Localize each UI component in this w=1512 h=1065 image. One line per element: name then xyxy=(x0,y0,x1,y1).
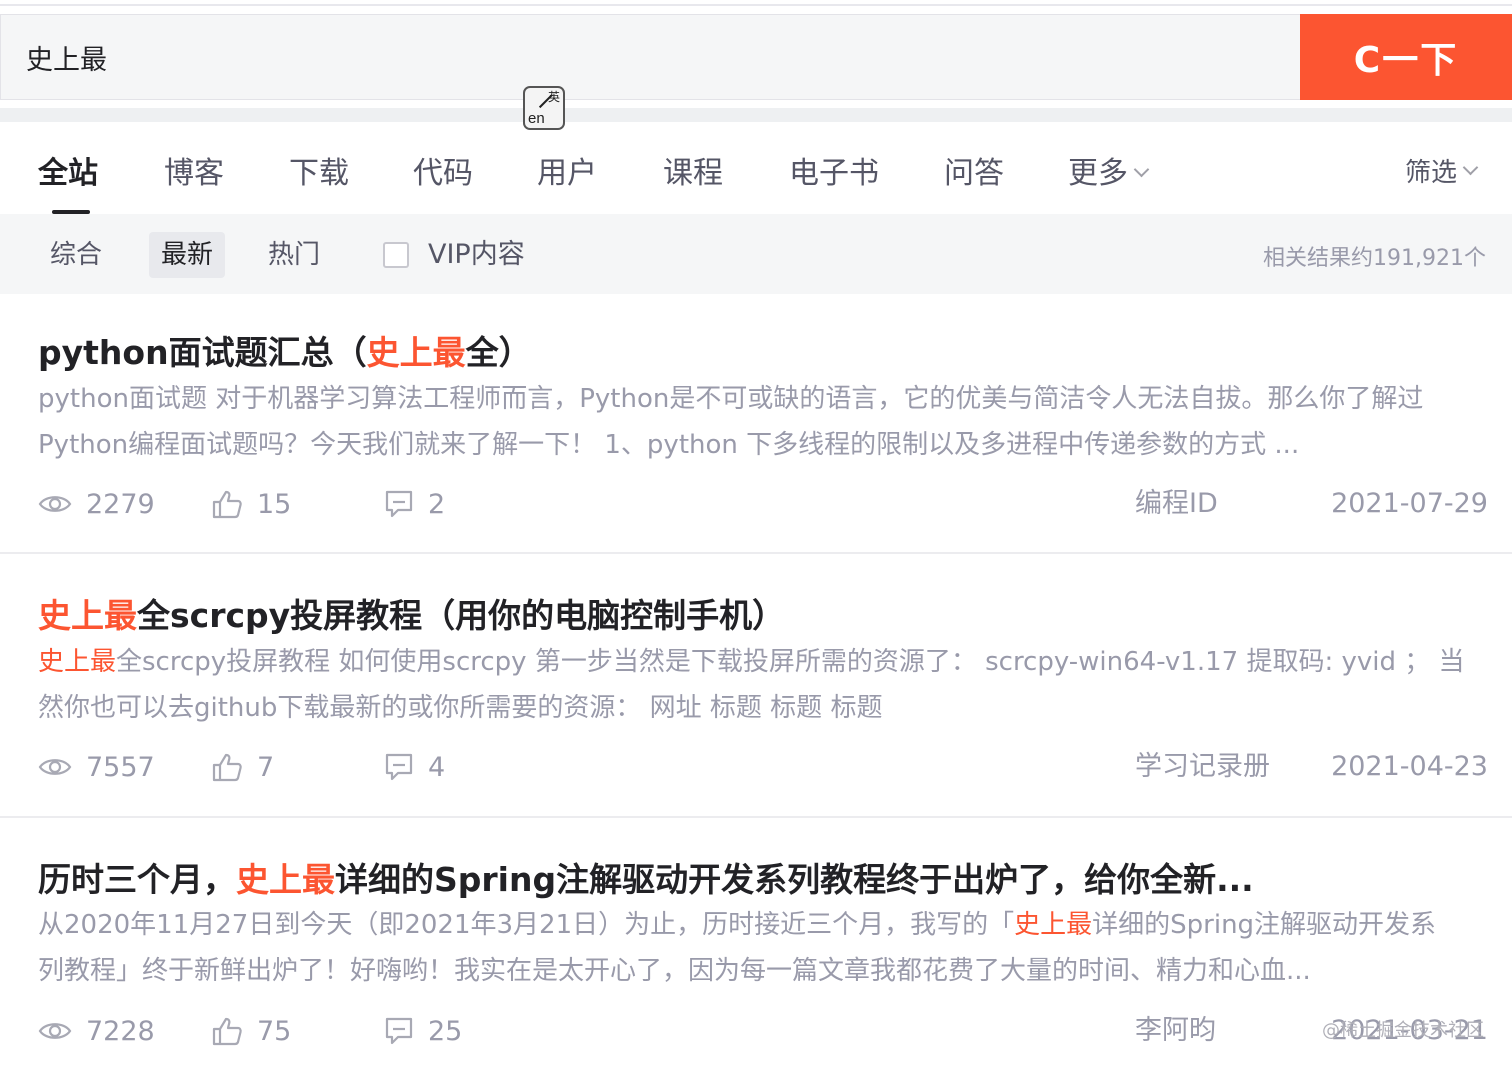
desc-line: 从2020年11月27日到今天（即2021年3月21日）为止，历时接近三个月，我… xyxy=(38,902,1478,948)
result-description: 从2020年11月27日到今天（即2021年3月21日）为止，历时接近三个月，我… xyxy=(38,902,1478,994)
likes-stat[interactable]: 7 xyxy=(211,747,274,787)
thumbs-up-icon xyxy=(212,1017,242,1046)
text-segment: 详细的Spring注解驱动开发系 xyxy=(1092,910,1437,940)
desc-line: Python编程面试题吗？今天我们就来了解一下！ 1、python 下多线程的限… xyxy=(38,422,1478,468)
result-meta: 7228 75 25 李阿昀 2021-03-21 xyxy=(38,1011,1488,1051)
desc-line: 列教程」终于新鲜出炉了！好嗨哟！我实在是太开心了，因为每一篇文章我都花费了大量的… xyxy=(38,948,1478,994)
thumbs-up-icon xyxy=(212,753,242,782)
desc-line: python面试题 对于机器学习算法工程师而言，Python是不可或缺的语言，它… xyxy=(38,376,1478,422)
desc-line: 然你也可以去github下载最新的或你所需要的资源： 网址 标题 标题 标题 xyxy=(38,685,1478,731)
author-name[interactable]: 李阿昀 xyxy=(1135,1011,1216,1051)
chevron-down-icon xyxy=(1133,161,1150,178)
keyword-highlight: 史上最 xyxy=(236,860,335,899)
views-count: 2279 xyxy=(86,488,155,520)
views-count: 7557 xyxy=(86,751,155,783)
tab-ebook[interactable]: 电子书 xyxy=(789,148,879,192)
comment-icon xyxy=(385,1017,413,1045)
views-stat: 7228 xyxy=(38,1011,155,1051)
filter-button[interactable]: 筛选 xyxy=(1405,152,1479,189)
tab-more[interactable]: 更多 xyxy=(1068,148,1150,192)
result-divider xyxy=(0,816,1512,818)
likes-count: 15 xyxy=(257,488,292,520)
sort-hot[interactable]: 热门 xyxy=(256,232,332,278)
desc-line: 史上最全scrcpy投屏教程 如何使用scrcpy 第一步当然是下载投屏所需的资… xyxy=(38,639,1478,685)
filter-label: 筛选 xyxy=(1405,158,1458,188)
sort-latest[interactable]: 最新 xyxy=(149,232,226,278)
tab-user[interactable]: 用户 xyxy=(537,148,597,192)
comments-count: 2 xyxy=(428,488,446,520)
search-input[interactable] xyxy=(1,15,1301,99)
text-segment: 详细的Spring注解驱动开发系列教程终于出炉了，给你全新... xyxy=(335,860,1254,899)
tab-more-label: 更多 xyxy=(1068,156,1128,191)
tab-qa[interactable]: 问答 xyxy=(944,148,1004,192)
text-segment: 然你也可以去github下载最新的或你所需要的资源： 网址 标题 标题 标题 xyxy=(38,693,883,723)
comments-count: 4 xyxy=(428,751,446,783)
text-segment: python面试题汇总（ xyxy=(38,333,367,372)
sort-bar: 综合 最新 热门 VIP内容 相关结果约191,921个 xyxy=(0,214,1512,294)
author-name[interactable]: 编程ID xyxy=(1135,484,1218,524)
top-divider xyxy=(0,4,1512,6)
separator-band xyxy=(0,108,1512,122)
result-title[interactable]: 史上最全scrcpy投屏教程（用你的电脑控制手机） xyxy=(38,589,785,637)
result-count: 相关结果约191,921个 xyxy=(1263,246,1486,271)
likes-stat[interactable]: 75 xyxy=(211,1011,291,1051)
text-segment: 全） xyxy=(465,333,532,372)
ime-en-label: en xyxy=(528,110,545,127)
tab-download[interactable]: 下载 xyxy=(289,148,349,192)
tab-course[interactable]: 课程 xyxy=(663,148,723,192)
keyword-highlight: 史上最 xyxy=(38,596,137,635)
result-title[interactable]: 历时三个月，史上最详细的Spring注解驱动开发系列教程终于出炉了，给你全新..… xyxy=(38,853,1254,901)
tab-all[interactable]: 全站 xyxy=(38,148,98,192)
eye-icon xyxy=(38,1023,72,1039)
search-button[interactable]: C一下 xyxy=(1300,14,1512,100)
text-segment: 全scrcpy投屏教程（用你的电脑控制手机） xyxy=(137,596,786,635)
publish-date: 2021-07-29 xyxy=(1331,488,1488,519)
keyword-highlight: 史上最 xyxy=(1014,910,1093,940)
eye-icon xyxy=(38,759,72,775)
comments-stat[interactable]: 2 xyxy=(384,484,445,524)
views-stat: 7557 xyxy=(38,747,155,787)
watermark: @稀土掘金技术社区 xyxy=(1322,1020,1484,1041)
likes-count: 7 xyxy=(257,751,275,783)
keyword-highlight: 史上最 xyxy=(38,647,117,677)
comments-stat[interactable]: 4 xyxy=(384,747,445,787)
likes-stat[interactable]: 15 xyxy=(211,484,291,524)
text-segment: 列教程」终于新鲜出炉了！好嗨哟！我实在是太开心了，因为每一篇文章我都花费了大量的… xyxy=(38,956,1311,986)
text-segment: 历时三个月， xyxy=(38,860,236,899)
vip-label: VIP内容 xyxy=(428,239,525,270)
thumbs-up-icon xyxy=(212,490,242,519)
result-meta: 7557 7 4 学习记录册 2021-04-23 xyxy=(38,747,1488,787)
category-tabs: 全站 博客 下载 代码 用户 课程 电子书 问答 更多 筛选 xyxy=(0,122,1512,214)
comments-stat[interactable]: 25 xyxy=(384,1011,462,1051)
text-segment: python面试题 对于机器学习算法工程师而言，Python是不可或缺的语言，它… xyxy=(38,384,1424,414)
text-segment: 从2020年11月27日到今天（即2021年3月21日）为止，历时接近三个月，我… xyxy=(38,910,1015,940)
text-segment: Python编程面试题吗？今天我们就来了解一下！ 1、python 下多线程的限… xyxy=(38,430,1300,460)
result-description: python面试题 对于机器学习算法工程师而言，Python是不可或缺的语言，它… xyxy=(38,376,1478,468)
author-name[interactable]: 学习记录册 xyxy=(1135,747,1270,787)
comment-icon xyxy=(385,490,413,518)
chevron-down-icon xyxy=(1462,159,1479,176)
tab-code[interactable]: 代码 xyxy=(413,148,473,192)
result-description: 史上最全scrcpy投屏教程 如何使用scrcpy 第一步当然是下载投屏所需的资… xyxy=(38,639,1478,731)
result-divider xyxy=(0,552,1512,554)
tab-blog[interactable]: 博客 xyxy=(164,148,224,192)
keyword-highlight: 史上最 xyxy=(366,333,466,372)
likes-count: 75 xyxy=(257,1015,292,1047)
comment-icon xyxy=(385,753,413,781)
text-segment: 全scrcpy投屏教程 如何使用scrcpy 第一步当然是下载投屏所需的资源了：… xyxy=(116,647,1465,677)
result-title[interactable]: python面试题汇总（史上最全） xyxy=(38,326,532,374)
sort-comprehensive[interactable]: 综合 xyxy=(38,232,114,278)
views-stat: 2279 xyxy=(38,484,155,524)
vip-checkbox[interactable] xyxy=(383,242,409,268)
publish-date: 2021-04-23 xyxy=(1331,751,1488,782)
search-bar xyxy=(0,14,1512,100)
result-meta: 2279 15 2 编程ID 2021-07-29 xyxy=(38,484,1488,524)
views-count: 7228 xyxy=(86,1015,155,1047)
eye-icon xyxy=(38,496,72,512)
comments-count: 25 xyxy=(428,1015,463,1047)
ime-switch-icon[interactable]: 英 en xyxy=(523,86,565,130)
